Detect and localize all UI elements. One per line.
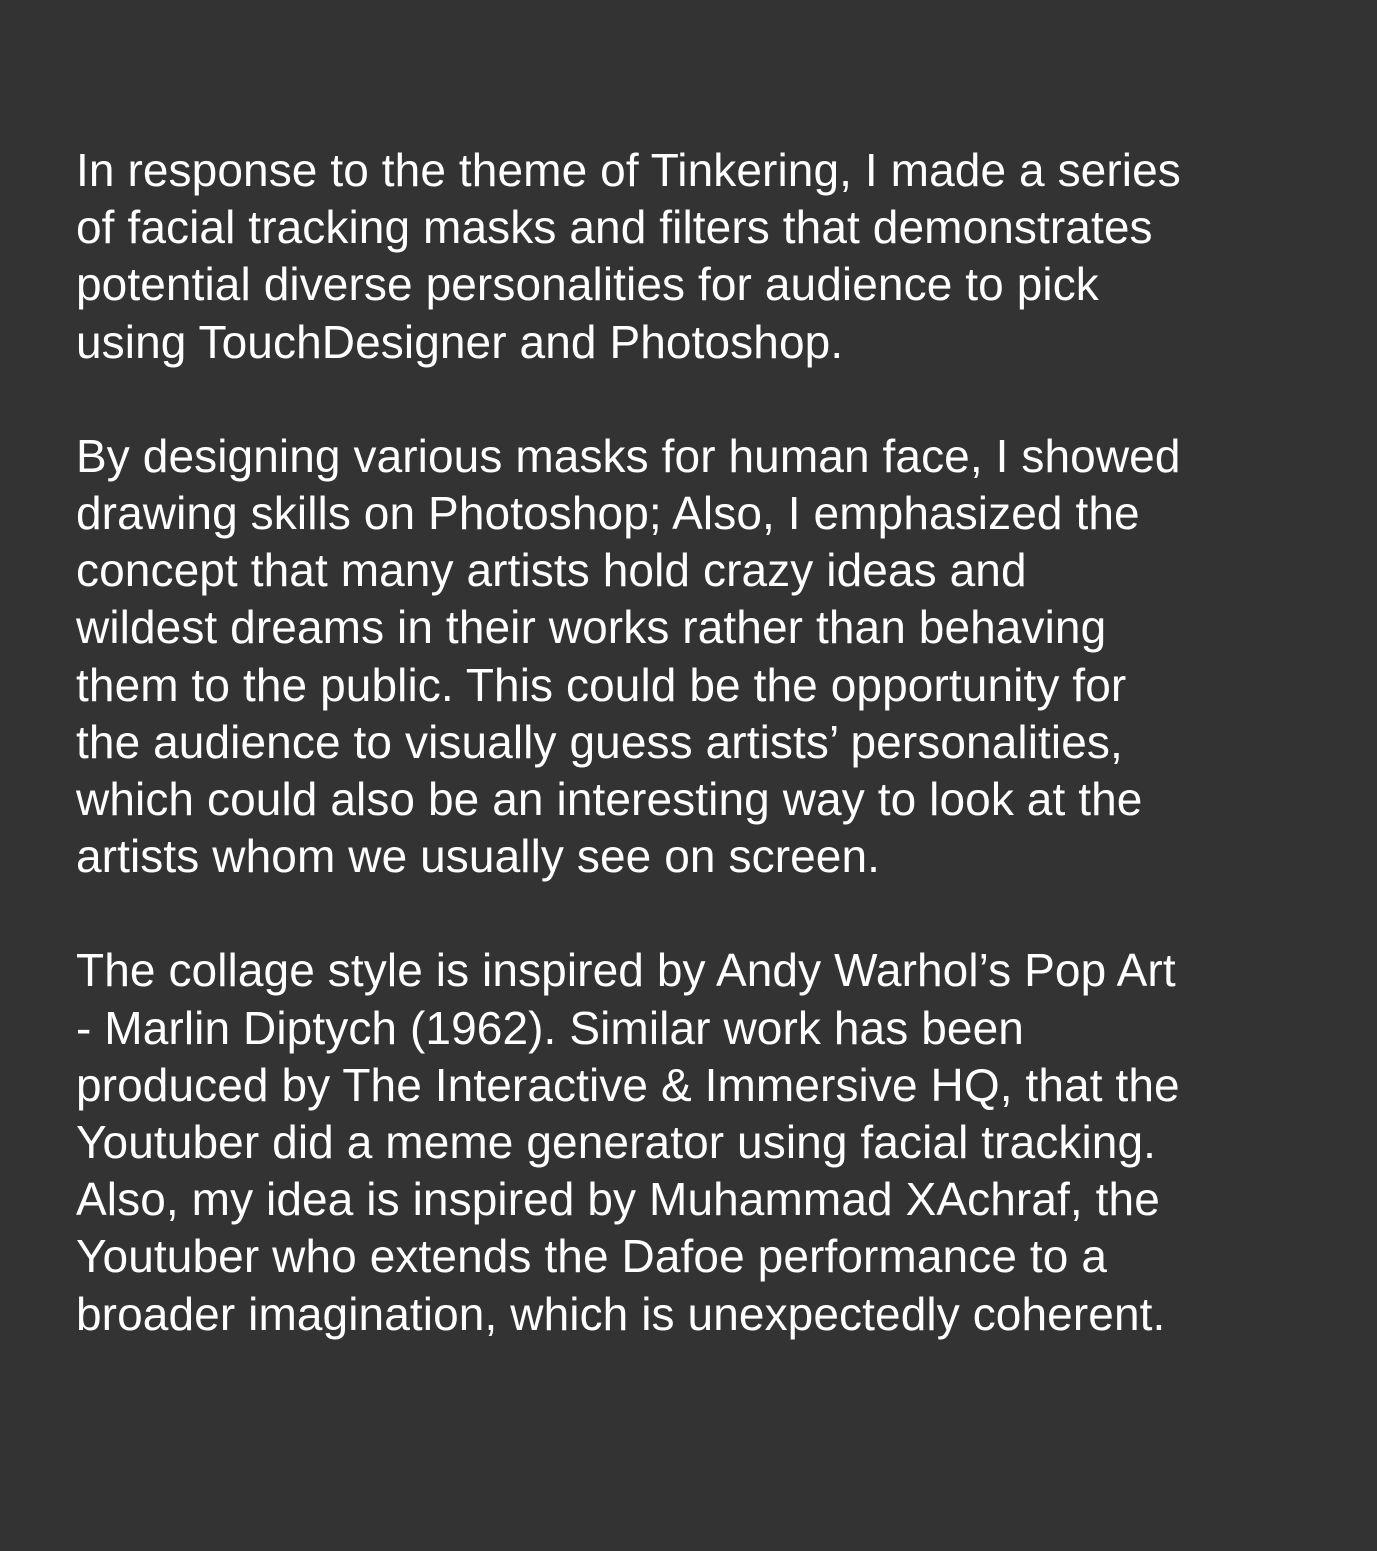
paragraph-line: drawing skills on Photoshop; Also, I emp… — [76, 487, 1140, 540]
paragraph-line: Also, my idea is inspired by Muhammad XA… — [76, 1173, 1160, 1226]
paragraph-line: which could also be an interesting way t… — [76, 773, 1143, 826]
document-page: In response to the theme of Tinkering, I… — [0, 0, 1377, 1551]
paragraph-line: the audience to visually guess artists’ … — [76, 715, 1123, 768]
paragraph-line: By designing various masks for human fac… — [76, 429, 1181, 482]
paragraph-line: The collage style is inspired by Andy Wa… — [76, 944, 1176, 997]
paragraph-2: By designing various masks for human fac… — [76, 428, 1307, 886]
body-text: In response to the theme of Tinkering, I… — [76, 142, 1307, 1343]
paragraph-line: potential diverse personalities for audi… — [76, 258, 1099, 311]
paragraph-line: Youtuber did a meme generator using faci… — [76, 1116, 1157, 1169]
paragraph-line: Youtuber who extends the Dafoe performan… — [76, 1230, 1108, 1283]
paragraph-line: them to the public. This could be the op… — [76, 658, 1127, 711]
paragraph-line: of facial tracking masks and filters tha… — [76, 201, 1153, 254]
paragraph-line: produced by The Interactive & Immersive … — [76, 1058, 1180, 1111]
paragraph-1: In response to the theme of Tinkering, I… — [76, 142, 1307, 371]
paragraph-line: In response to the theme of Tinkering, I… — [76, 144, 1181, 196]
paragraph-line: broader imagination, which is unexpected… — [76, 1287, 1166, 1340]
paragraph-line: concept that many artists hold crazy ide… — [76, 544, 1027, 597]
paragraph-line: using TouchDesigner and Photoshop. — [76, 315, 844, 368]
paragraph-line: wildest dreams in their works rather tha… — [76, 601, 1107, 654]
paragraph-line: - Marlin Diptych (1962). Similar work ha… — [76, 1001, 1024, 1054]
paragraph-line: artists whom we usually see on screen. — [76, 830, 881, 883]
paragraph-3: The collage style is inspired by Andy Wa… — [76, 942, 1307, 1342]
